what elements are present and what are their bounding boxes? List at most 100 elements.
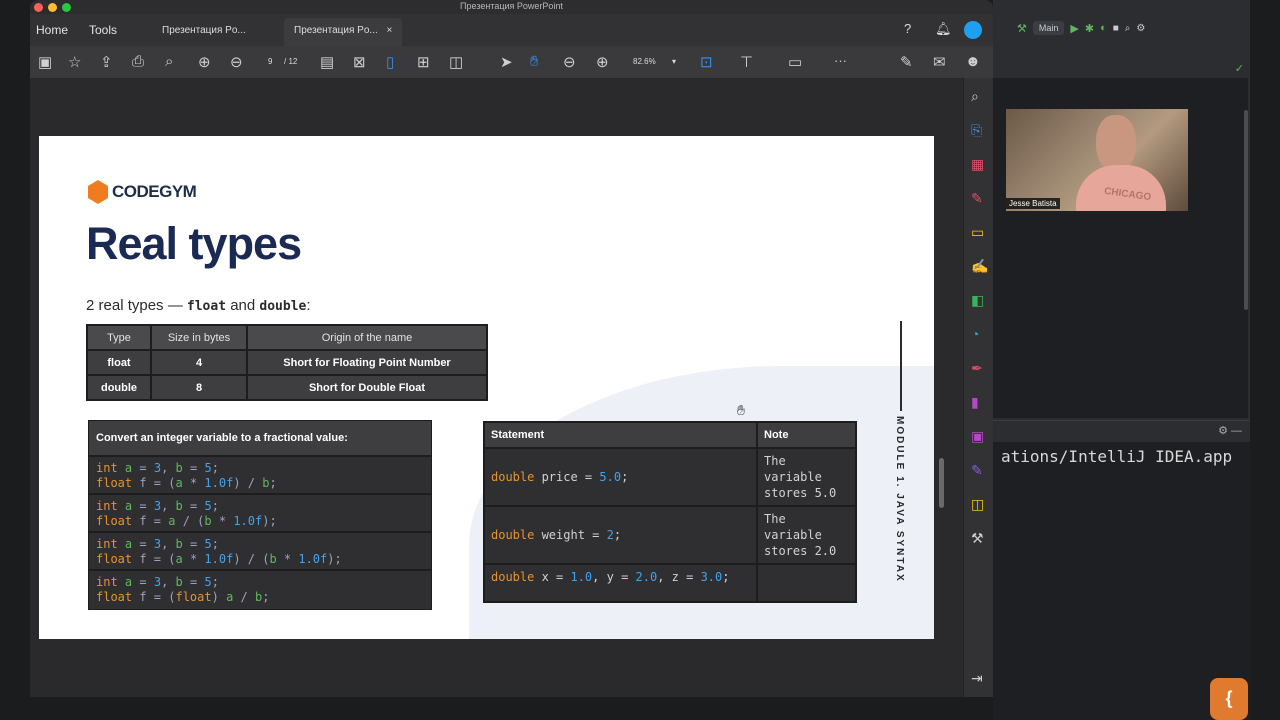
types-table: Type Size in bytes Origin of the name fl… [86, 324, 488, 401]
comment-icon[interactable]: ▭ [788, 53, 802, 71]
account-avatar[interactable] [964, 21, 982, 39]
tools-sidebar: ⌕ ⎘ ▦ ✎ ▭ ✍ ◧ ◔ ✒ ▮ ▣ ✎ ◫ ⚒ ⇥ [963, 78, 993, 697]
zoom-out-icon[interactable]: ⊖ [563, 53, 576, 71]
crop-icon[interactable]: ⊠ [353, 53, 366, 71]
edit-pdf-icon[interactable]: ✎ [971, 190, 983, 207]
run-icon[interactable]: ▶ [1070, 22, 1078, 35]
sign-icon[interactable]: ✎ [900, 53, 913, 71]
view-options-icon[interactable]: ⊡ [700, 53, 713, 71]
export-pdf-icon[interactable]: ⎘ [971, 122, 982, 139]
module-divider [900, 321, 902, 411]
statement-table: Statement Note double price = 5.0; The v… [483, 421, 857, 603]
ide-side-strip [1250, 0, 1280, 720]
single-page-icon[interactable]: ▯ [386, 53, 394, 71]
stamp-icon[interactable]: ⊤ [740, 53, 753, 71]
tab-label: Презентация Po... [294, 25, 378, 36]
slide-subtitle: 2 real types — float and double: [86, 297, 311, 314]
zoom-level-select[interactable]: 82.6% [633, 57, 656, 66]
share-user-icon[interactable]: ☻ [965, 53, 981, 70]
note-cell: The variable stores 2.0 [756, 505, 857, 565]
gear-icon[interactable]: ⚙ [1218, 425, 1228, 437]
codegym-logo-icon [88, 180, 108, 204]
fill-sign-icon[interactable]: ✒ [971, 360, 983, 377]
convert-title: Convert an integer variable to a fractio… [89, 421, 431, 457]
protect-icon[interactable]: ◔ [971, 326, 979, 342]
two-page-icon[interactable]: ◫ [449, 53, 463, 71]
codegym-logo: CODEGYM [88, 180, 197, 204]
note-cell: The variable stores 5.0 [756, 447, 857, 507]
comment-sidebar-icon[interactable]: ▭ [971, 224, 984, 241]
zoom-in-icon[interactable]: ⊕ [596, 53, 609, 71]
more-tools-icon[interactable]: ⚒ [971, 530, 984, 547]
tab-document-2[interactable]: Презентация Po... × [284, 18, 403, 46]
menu-home[interactable]: Home [36, 23, 68, 37]
ide-toolbar: ⚒ Main ▶ ✱ ◐ ■ ⌕ ⚙ [993, 14, 1280, 42]
upload-icon[interactable]: ⇪ [100, 53, 113, 71]
scrollbar-thumb[interactable] [939, 458, 944, 508]
draw-icon[interactable]: ✎ [971, 462, 983, 479]
code-block: int a = 3, b = 5; float f = a / (b * 1.0… [89, 495, 431, 533]
combine-icon[interactable]: ▣ [971, 428, 984, 445]
debug-icon[interactable]: ✱ [1085, 22, 1094, 35]
window-title: Презентация PowerPoint [460, 1, 563, 11]
print-icon[interactable]: ⎙ [132, 53, 144, 70]
logo-text: CODEGYM [112, 182, 197, 201]
close-tab-icon[interactable]: × [387, 25, 393, 36]
bell-icon[interactable]: 🔔︎ [935, 21, 952, 37]
bookmark-star-icon[interactable]: ☆ [68, 53, 81, 71]
page-total: / 12 [284, 57, 298, 66]
check-icon: ✓ [1234, 63, 1244, 75]
organize-pages-icon[interactable]: ▦ [971, 156, 984, 173]
note-cell [756, 563, 857, 603]
convert-example-panel: Convert an integer variable to a fractio… [88, 420, 432, 610]
coverage-icon[interactable]: ◐ [1100, 22, 1107, 34]
table-cell: Short for Double Float [246, 374, 488, 401]
page-down-icon[interactable]: ⊖ [230, 53, 243, 71]
table-row: float 4 Short for Floating Point Number [86, 349, 488, 376]
scroll-mode-icon[interactable]: ⊞ [417, 53, 430, 71]
document-canvas[interactable]: CODEGYM Real types 2 real types — float … [30, 78, 935, 697]
tab-bar: Home Tools Презентация Po... Презентация… [30, 14, 993, 46]
save-icon[interactable]: ▣ [38, 53, 52, 71]
vertical-scrollbar[interactable] [935, 78, 963, 697]
more-options-icon[interactable]: ··· [834, 53, 847, 68]
hammer-icon[interactable]: ⚒ [1017, 22, 1027, 35]
code-cell: double x = 1.0, y = 2.0, z = 3.0; [483, 563, 758, 603]
table-cell: 8 [150, 374, 248, 401]
terminal-output[interactable]: ations/IntelliJ IDEA.app [993, 442, 1250, 720]
create-pdf-icon[interactable]: ▮ [971, 394, 979, 411]
scan-icon[interactable]: ◫ [971, 496, 984, 513]
menu-tools[interactable]: Tools [89, 23, 117, 37]
page-number-input[interactable]: 9 [268, 57, 272, 66]
subtitle-float: float [186, 299, 227, 314]
stop-icon[interactable]: ■ [1113, 23, 1119, 34]
search-icon[interactable]: ⌕ [1125, 23, 1131, 34]
compress-icon[interactable]: ◧ [971, 292, 984, 309]
page-up-icon[interactable]: ⊕ [198, 53, 211, 71]
collapse-panel-icon[interactable]: ⇥ [971, 670, 983, 687]
table-header-row: Statement Note [483, 421, 857, 449]
hand-cursor-icon: ✋︎ [737, 402, 745, 418]
hand-tool-icon[interactable]: ✋︎ [530, 53, 539, 70]
code-block: int a = 3, b = 5; float f = (float) a / … [96, 575, 270, 604]
select-tool-icon[interactable]: ➤ [500, 53, 513, 71]
ide-scrollbar[interactable] [1244, 110, 1248, 310]
table-cell: double [86, 374, 152, 401]
run-config-select[interactable]: Main [1032, 21, 1065, 35]
help-icon[interactable]: ? [904, 21, 911, 36]
gear-icon[interactable]: ⚙ [1136, 23, 1145, 34]
zoom-search-icon[interactable]: ⌕ [971, 88, 979, 105]
minimize-icon[interactable]: — [1231, 425, 1242, 437]
module-label: MODULE 1. JAVA SYNTAX [894, 416, 905, 583]
table-row: double 8 Short for Double Float [86, 374, 488, 401]
table-cell: float [86, 349, 152, 376]
zoom-dropdown-icon[interactable]: ▾ [672, 57, 676, 66]
request-signature-icon[interactable]: ✍ [971, 258, 988, 275]
table-header: Type [86, 324, 152, 351]
mail-icon[interactable]: ✉ [933, 53, 946, 71]
fit-page-icon[interactable]: ▤ [320, 53, 334, 71]
zoom-search-icon[interactable]: ⌕ [165, 53, 173, 70]
terminal-header: ⚙ — [993, 420, 1250, 442]
tab-document-1[interactable]: Презентация Po... [152, 18, 256, 46]
table-header: Origin of the name [246, 324, 488, 351]
